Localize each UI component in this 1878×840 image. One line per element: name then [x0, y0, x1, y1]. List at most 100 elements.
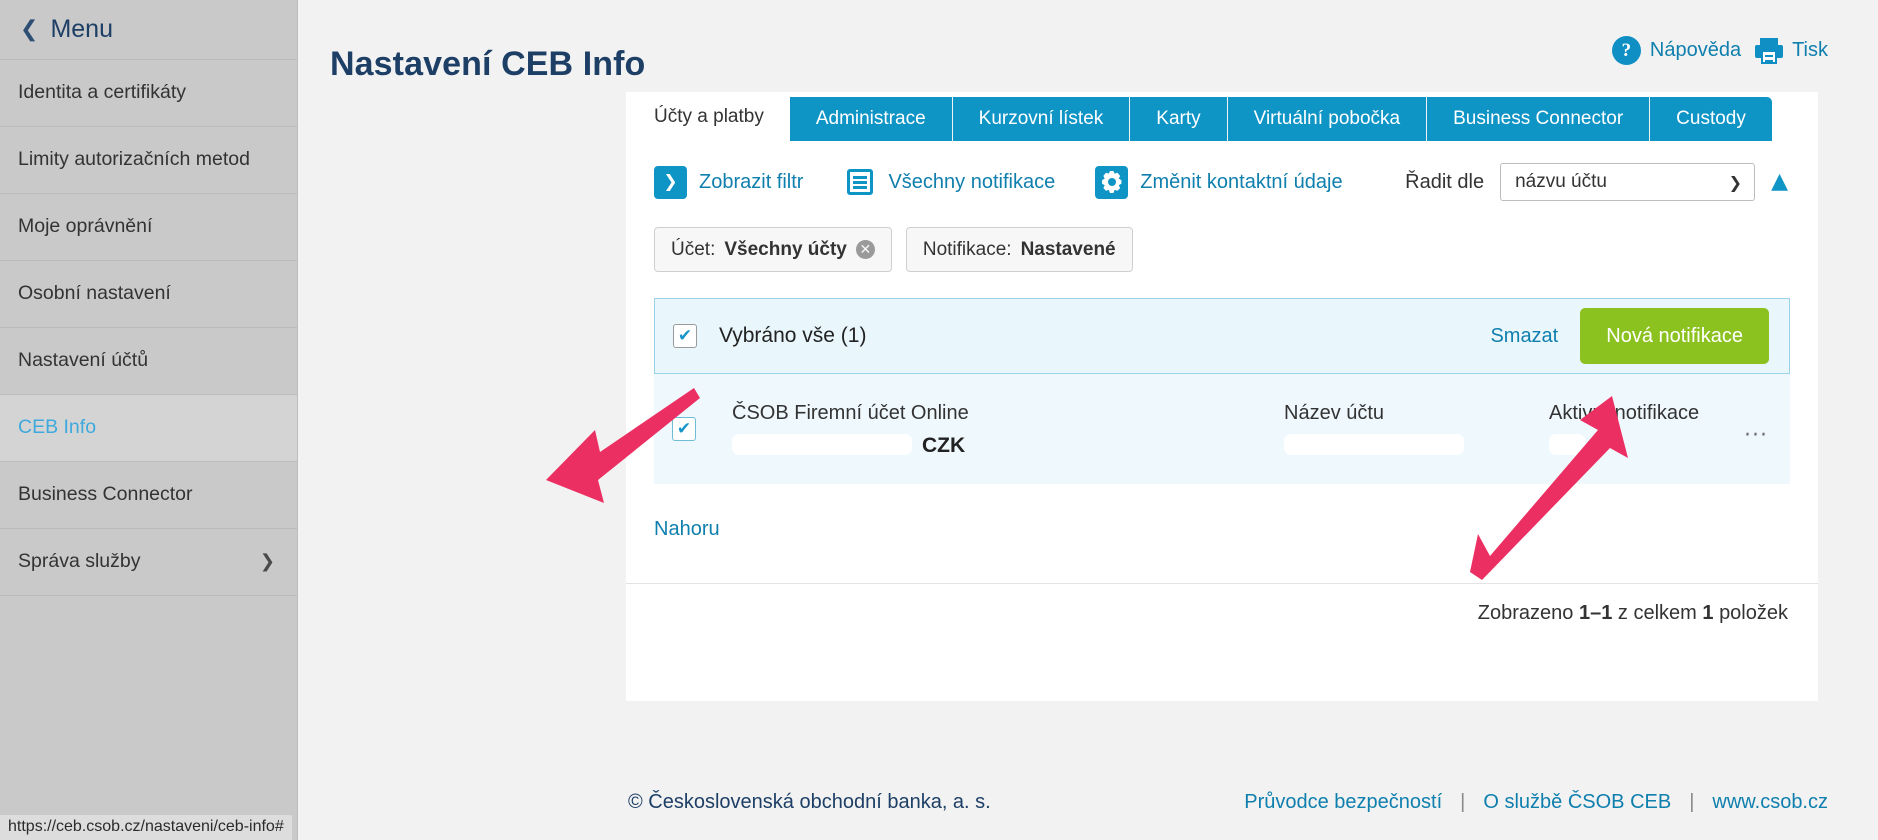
sidebar-item-label: Identita a certifikáty [18, 81, 186, 104]
footer-link-pruvodce[interactable]: Průvodce bezpečností [1244, 791, 1442, 814]
tab-administrace[interactable]: Administrace [789, 97, 953, 141]
sidebar-item-limity[interactable]: Limity autorizačních metod [0, 127, 297, 194]
tab-label: Kurzovní lístek [978, 108, 1104, 129]
gear-icon [1095, 165, 1129, 199]
filter-chip-prefix: Účet: [671, 238, 716, 260]
tab-label: Business Connector [1453, 108, 1624, 129]
selection-actions: Smazat Nová notifikace [1490, 308, 1769, 364]
new-notification-button[interactable]: Nová notifikace [1580, 308, 1769, 364]
tab-custody[interactable]: Custody [1650, 97, 1772, 141]
tab-karty[interactable]: Karty [1130, 97, 1228, 141]
question-circle-icon: ? [1611, 36, 1641, 65]
main-content: Nastavení CEB Info ? Nápověda Tisk Účty … [298, 0, 1878, 840]
filter-chip-ucet[interactable]: Účet: Všechny účty ✕ [654, 227, 892, 272]
print-button[interactable]: Tisk [1755, 37, 1828, 64]
selection-bar: ✔ Vybráno vše (1) Smazat Nová notifikace [654, 298, 1790, 374]
page-title: Nastavení CEB Info [330, 44, 646, 83]
tab-business-connector[interactable]: Business Connector [1427, 97, 1651, 141]
active-notifications-cell: Aktivní notifikace [1549, 402, 1699, 455]
account-name-label: Název účtu [1284, 402, 1385, 424]
sidebar-menu-header[interactable]: ❮ Menu [0, 0, 297, 60]
printer-icon [1755, 37, 1784, 64]
sidebar-item-opravneni[interactable]: Moje oprávnění [0, 194, 297, 261]
sidebar-item-identita[interactable]: Identita a certifikáty [0, 60, 297, 127]
show-filter-button[interactable]: ❯ Zobrazit filtr [654, 165, 804, 199]
tab-label: Administrace [815, 108, 926, 129]
footer-separator: | [1460, 791, 1466, 813]
show-filter-label: Zobrazit filtr [699, 170, 804, 193]
result-count-range: 1–1 [1578, 602, 1613, 624]
table-row[interactable]: ✔ ČSOB Firemní účet Online CZK Název účt… [654, 374, 1790, 484]
result-count-prefix: Zobrazeno [1477, 602, 1574, 624]
ellipsis-icon[interactable]: ... [1744, 417, 1768, 442]
filter-chip-value: Všechny účty [724, 238, 847, 260]
change-contact-label: Změnit kontaktní údaje [1140, 170, 1343, 193]
sidebar-item-sprava-sluzby[interactable]: Správa služby ❯ [0, 529, 297, 596]
row-checkbox[interactable]: ✔ [672, 417, 696, 441]
all-notifications-button[interactable]: Všechny notifikace [843, 165, 1056, 199]
footer-separator: | [1689, 791, 1695, 813]
sort-select-value: názvu účtu [1515, 171, 1607, 192]
help-button[interactable]: ? Nápověda [1611, 36, 1742, 65]
account-currency: CZK [922, 434, 966, 457]
back-to-top-wrap: Nahoru [626, 484, 1818, 583]
footer-link-o-sluzbe[interactable]: O službě ČSOB CEB [1483, 791, 1671, 814]
sort-direction-toggle[interactable]: ▲ [1771, 171, 1788, 193]
sort-controls: Řadit dle názvu účtu ❯ ▲ [1405, 163, 1788, 201]
result-count-middle: z celkem [1617, 602, 1697, 624]
status-url: https://ceb.csob.cz/nastaveni/ceb-info# [8, 818, 284, 835]
sidebar-item-business-connector[interactable]: Business Connector [0, 462, 297, 529]
sidebar: ❮ Menu Identita a certifikáty Limity aut… [0, 0, 298, 840]
all-notifications-label: Všechny notifikace [888, 170, 1056, 193]
help-label: Nápověda [1649, 39, 1742, 61]
sidebar-menu-label: Menu [50, 15, 113, 43]
list-icon [843, 165, 877, 199]
tab-bar: Účty a platby Administrace Kurzovní líst… [626, 92, 1818, 141]
select-all-label: Vybráno vše (1) [719, 324, 867, 347]
account-type-label: ČSOB Firemní účet Online [732, 402, 969, 424]
copyright-text: © Československá obchodní banka, a. s. [628, 791, 991, 813]
sidebar-item-label: Business Connector [18, 483, 193, 506]
chevron-down-icon: ❯ [654, 165, 687, 199]
filter-chip-notifikace[interactable]: Notifikace: Nastavené [905, 227, 1133, 272]
sidebar-item-label: Správa služby [18, 550, 141, 573]
browser-status-bar: https://ceb.csob.cz/nastaveni/ceb-info# [0, 815, 292, 840]
footer-links: Průvodce bezpečností | O službě ČSOB CEB… [1244, 791, 1848, 814]
sort-select[interactable]: názvu účtu ❯ [1500, 163, 1756, 201]
chevron-left-icon: ❮ [20, 16, 39, 42]
close-circle-icon[interactable]: ✕ [855, 240, 875, 259]
tab-label: Účty a platby [654, 105, 764, 127]
content-card: Účty a platby Administrace Kurzovní líst… [626, 92, 1818, 701]
header-actions: ? Nápověda Tisk [1611, 36, 1848, 65]
print-label: Tisk [1792, 39, 1828, 61]
account-cell: ČSOB Firemní účet Online CZK [732, 402, 969, 457]
filter-chip-prefix: Notifikace: [922, 238, 1012, 260]
sidebar-item-label: Moje oprávnění [18, 215, 153, 238]
tab-ucty-a-platby[interactable]: Účty a platby [628, 92, 790, 141]
sort-label: Řadit dle [1405, 170, 1485, 193]
back-to-top-link[interactable]: Nahoru [654, 518, 720, 540]
result-count-total: 1 [1702, 602, 1714, 624]
active-notifications-redacted [1549, 434, 1585, 455]
tab-panel: ❯ Zobrazit filtr Všechny notifikace Změn… [626, 141, 1818, 701]
page-footer: © Československá obchodní banka, a. s. P… [596, 791, 1878, 814]
sidebar-item-label: CEB Info [18, 416, 97, 439]
sidebar-item-osobni-nastaveni[interactable]: Osobní nastavení [0, 261, 297, 328]
change-contact-button[interactable]: Změnit kontaktní údaje [1095, 165, 1343, 199]
tab-kurzovni-listek[interactable]: Kurzovní lístek [952, 97, 1131, 141]
sidebar-item-ceb-info[interactable]: CEB Info [0, 395, 297, 462]
sidebar-item-nastaveni-uctu[interactable]: Nastavení účtů [0, 328, 297, 395]
chevron-right-icon: ❯ [259, 551, 275, 573]
delete-button[interactable]: Smazat [1490, 325, 1558, 348]
sidebar-item-label: Limity autorizačních metod [18, 148, 250, 171]
chevron-down-icon: ❯ [1728, 172, 1743, 192]
page-header: Nastavení CEB Info ? Nápověda Tisk [298, 0, 1878, 92]
select-all-checkbox[interactable]: ✔ [673, 324, 697, 348]
app-window: ❮ Menu Identita a certifikáty Limity aut… [0, 0, 1878, 840]
footer-link-www[interactable]: www.csob.cz [1712, 791, 1828, 814]
active-filters: Účet: Všechny účty ✕ Notifikace: Nastave… [626, 219, 1818, 298]
tab-virtualni-pobocka[interactable]: Virtuální pobočka [1227, 97, 1428, 141]
sidebar-item-label: Osobní nastavení [18, 282, 171, 305]
sidebar-item-label: Nastavení účtů [18, 349, 149, 372]
result-count: Zobrazeno 1–1 z celkem 1 položek [626, 583, 1818, 645]
